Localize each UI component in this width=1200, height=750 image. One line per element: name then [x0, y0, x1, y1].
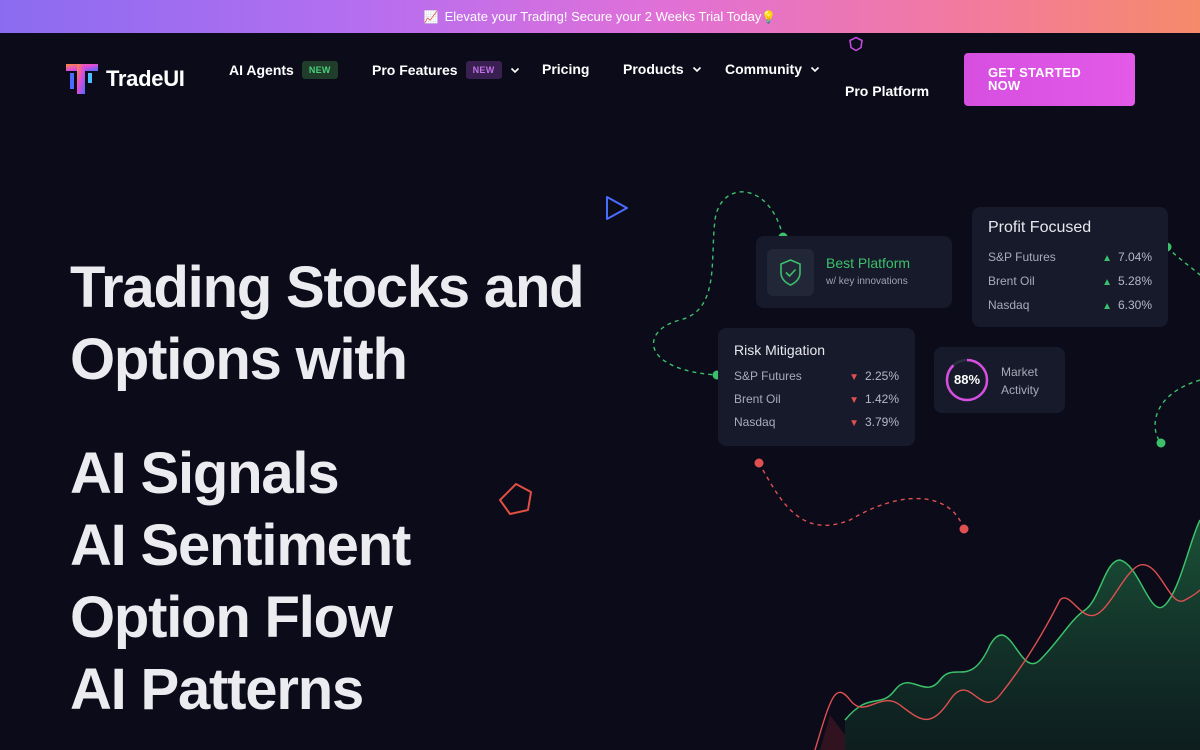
risk-mitigation-card: Risk Mitigation S&P Futures ▼ 2.25% Brent… — [718, 328, 915, 446]
ticker-name: S&P Futures — [988, 250, 1056, 264]
profit-focused-title: Profit Focused — [988, 219, 1092, 236]
best-platform-title: Best Platform — [826, 255, 911, 271]
triangle-down-icon: ▼ — [849, 418, 859, 429]
triangle-up-icon: ▲ — [1102, 301, 1112, 312]
triangle-up-icon: ▲ — [1102, 277, 1112, 288]
market-activity-label: Market Activity — [1001, 363, 1039, 399]
market-activity-card: 88% Market Activity — [934, 347, 1065, 413]
ticker-name: Nasdaq — [988, 298, 1030, 312]
shield-check-icon — [767, 249, 814, 296]
market-activity-value: 88% — [953, 372, 981, 387]
list-item: Brent Oil ▲ 5.28% — [988, 274, 1152, 298]
list-item: Nasdaq ▼ 3.79% — [734, 415, 899, 438]
list-item: Nasdaq ▲ 6.30% — [988, 298, 1152, 322]
hero-feature-ai-signals: AI Signals — [70, 441, 340, 506]
list-item: Brent Oil ▼ 1.42% — [734, 392, 899, 415]
best-platform-subtitle: w/ key innovations — [826, 276, 908, 287]
hero-feature-option-flow: Option Flow — [70, 585, 393, 650]
list-item: S&P Futures ▲ 7.04% — [988, 250, 1152, 274]
ticker-change: 1.42% — [864, 392, 899, 406]
risk-mitigation-list: S&P Futures ▼ 2.25% Brent Oil ▼ 1.42% Nasd… — [734, 369, 899, 438]
hero-feature-ai-patterns: AI Patterns — [70, 657, 364, 722]
hero-heading-line-2: Options with — [70, 327, 408, 392]
profit-focused-list: S&P Futures ▲ 7.04% Brent Oil ▲ 5.28% Nasd… — [988, 250, 1152, 322]
hero-heading-line-1: Trading Stocks and — [70, 255, 585, 320]
profit-focused-card: Profit Focused S&P Futures ▲ 7.04% Brent … — [972, 207, 1168, 327]
risk-mitigation-title: Risk Mitigation — [734, 342, 826, 358]
triangle-up-icon: ▲ — [1102, 253, 1112, 264]
ticker-name: S&P Futures — [734, 369, 802, 383]
ticker-change: 5.28% — [1117, 274, 1152, 288]
ticker-name: Nasdaq — [734, 415, 776, 429]
market-activity-label-line-1: Market — [1001, 365, 1038, 379]
play-icon — [606, 196, 628, 220]
triangle-down-icon: ▼ — [849, 372, 859, 383]
ticker-name: Brent Oil — [734, 392, 781, 406]
ticker-change: 3.79% — [864, 415, 899, 429]
pentagon-icon — [499, 483, 532, 515]
ticker-change: 7.04% — [1117, 250, 1152, 264]
ticker-change: 2.25% — [864, 369, 899, 383]
best-platform-card: Best Platform w/ key innovations — [756, 236, 952, 308]
ticker-change: 6.30% — [1117, 298, 1152, 312]
list-item: S&P Futures ▼ 2.25% — [734, 369, 899, 392]
hero-feature-ai-sentiment: AI Sentiment — [70, 513, 411, 578]
market-activity-label-line-2: Activity — [1001, 383, 1040, 397]
ticker-name: Brent Oil — [988, 274, 1035, 288]
triangle-down-icon: ▼ — [849, 395, 859, 406]
